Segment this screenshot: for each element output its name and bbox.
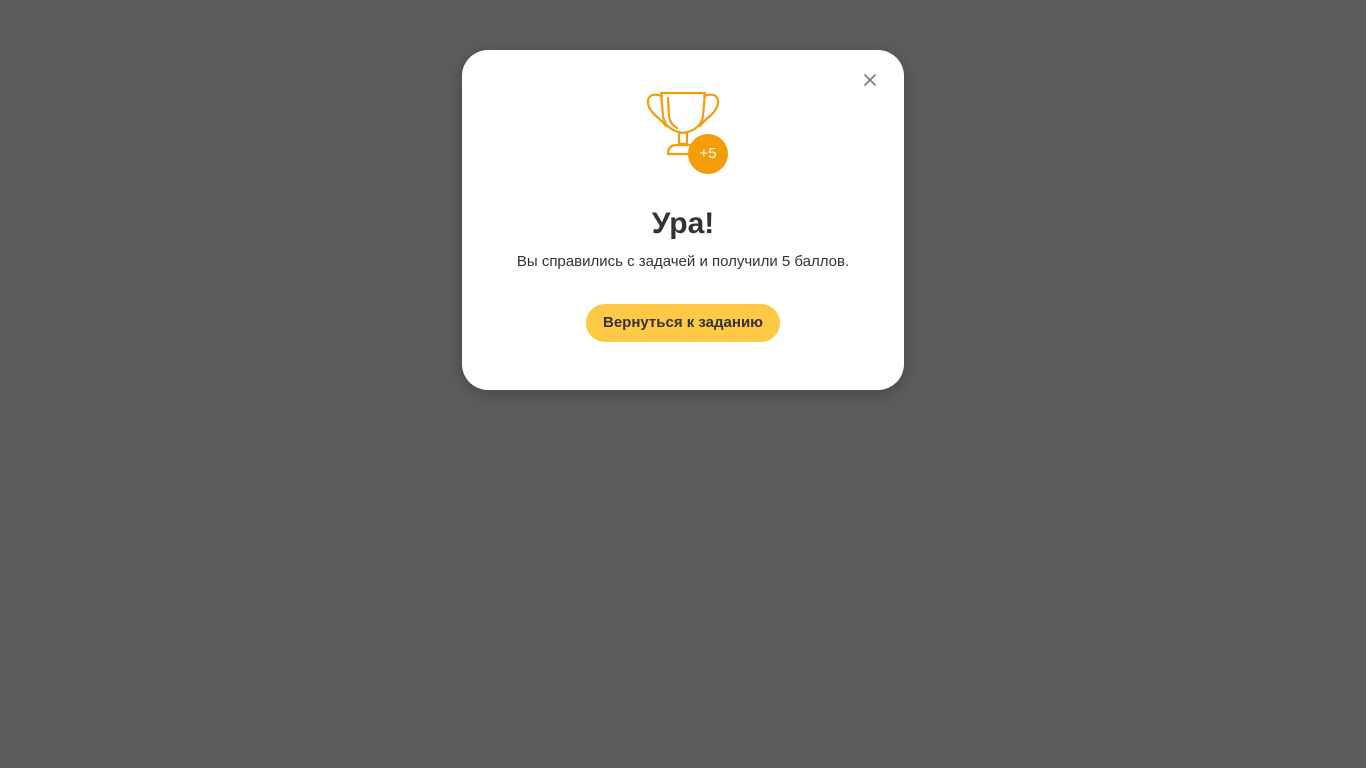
close-button[interactable] bbox=[860, 70, 880, 90]
dialog-title: Ура! bbox=[651, 207, 715, 240]
close-icon bbox=[864, 74, 876, 86]
points-badge: +5 bbox=[688, 134, 728, 174]
dialog-message: Вы справились с задачей и получили 5 бал… bbox=[516, 253, 850, 270]
trophy-illustration: +5 bbox=[646, 88, 730, 176]
reward-dialog: +5 Ура! Вы справились с задачей и получи… bbox=[462, 50, 904, 390]
return-to-task-button[interactable]: Вернуться к заданию bbox=[586, 304, 780, 342]
